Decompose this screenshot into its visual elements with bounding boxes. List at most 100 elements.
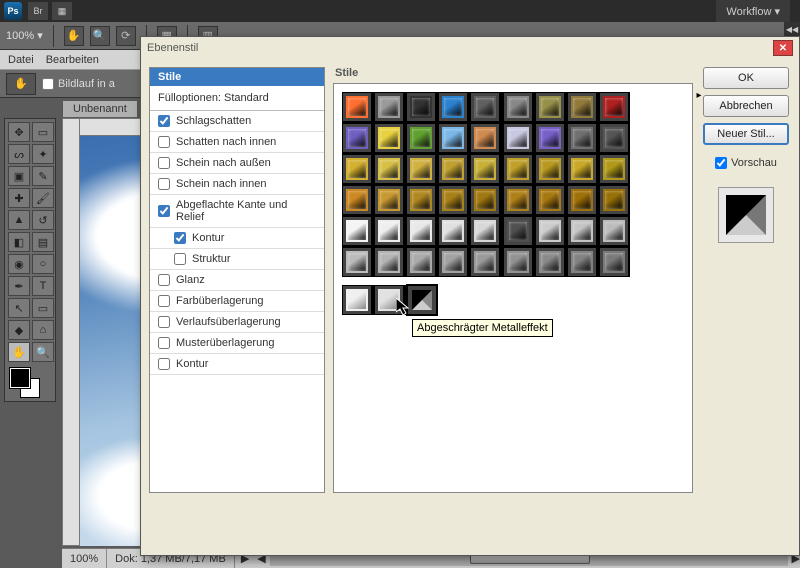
style-preset-4-8[interactable]	[599, 216, 629, 246]
workspace-selector[interactable]: Workflow ▾	[716, 0, 790, 22]
style-preset-5-1[interactable]	[374, 247, 404, 277]
style-preset-3-2[interactable]	[406, 185, 436, 215]
style-preset-1-2[interactable]	[406, 123, 436, 153]
style-preset-3-3[interactable]	[438, 185, 468, 215]
history-brush-tool[interactable]: ↺	[32, 210, 54, 230]
style-preset-0-1[interactable]	[374, 92, 404, 122]
effect-kontur[interactable]: Kontur	[150, 354, 324, 375]
style-preset-extra-0[interactable]	[342, 285, 372, 315]
style-preset-1-6[interactable]	[535, 123, 565, 153]
style-preset-3-1[interactable]	[374, 185, 404, 215]
style-preset-5-8[interactable]	[599, 247, 629, 277]
wand-tool[interactable]: ✦	[32, 144, 54, 164]
effect-schlagschatten[interactable]: Schlagschatten	[150, 111, 324, 132]
new-style-button[interactable]: Neuer Stil...	[703, 123, 789, 145]
style-preset-4-5[interactable]	[503, 216, 533, 246]
type-tool[interactable]: T	[32, 276, 54, 296]
path-tool[interactable]: ↖	[8, 298, 30, 318]
heal-tool[interactable]: ✚	[8, 188, 30, 208]
style-preset-5-4[interactable]	[470, 247, 500, 277]
effect-glanz[interactable]: Glanz	[150, 270, 324, 291]
camera-tool[interactable]: ⌂	[32, 320, 54, 340]
zoom-icon[interactable]: 🔍	[90, 26, 110, 46]
style-preset-1-5[interactable]	[503, 123, 533, 153]
effect-schatten-nach-innen[interactable]: Schatten nach innen	[150, 132, 324, 153]
effect-verlaufs-berlagerung[interactable]: Verlaufsüberlagerung	[150, 312, 324, 333]
status-zoom[interactable]: 100%	[62, 549, 107, 568]
effect-muster-berlagerung[interactable]: Musterüberlagerung	[150, 333, 324, 354]
style-preset-4-3[interactable]	[438, 216, 468, 246]
style-preset-0-6[interactable]	[535, 92, 565, 122]
style-preset-3-7[interactable]	[567, 185, 597, 215]
foreground-color-swatch[interactable]	[10, 368, 30, 388]
gradient-tool[interactable]: ▤	[32, 232, 54, 252]
style-preset-beveled-metal[interactable]	[407, 285, 437, 315]
style-preset-2-3[interactable]	[438, 154, 468, 184]
style-preset-3-8[interactable]	[599, 185, 629, 215]
style-preset-3-0[interactable]	[342, 185, 372, 215]
bridge-button[interactable]: Br	[28, 2, 48, 20]
style-preset-4-4[interactable]	[470, 216, 500, 246]
style-preset-2-0[interactable]	[342, 154, 372, 184]
style-preset-4-6[interactable]	[535, 216, 565, 246]
style-preset-0-7[interactable]	[567, 92, 597, 122]
collapse-panels-icon[interactable]: ◀◀	[784, 22, 800, 36]
style-preset-5-3[interactable]	[438, 247, 468, 277]
cancel-button[interactable]: Abbrechen	[703, 95, 789, 117]
style-preset-1-7[interactable]	[567, 123, 597, 153]
style-preset-5-2[interactable]	[406, 247, 436, 277]
zoom-percent[interactable]: 100% ▾	[6, 29, 43, 42]
style-preset-2-5[interactable]	[503, 154, 533, 184]
style-preset-4-2[interactable]	[406, 216, 436, 246]
film-button[interactable]: ▦	[52, 2, 72, 20]
effect-schein-nach-innen[interactable]: Schein nach innen	[150, 174, 324, 195]
style-preset-2-2[interactable]	[406, 154, 436, 184]
menu-file[interactable]: Datei	[8, 54, 34, 66]
effect-kontur[interactable]: Kontur	[150, 228, 324, 249]
stamp-tool[interactable]: ▲	[8, 210, 30, 230]
brush-tool[interactable]: 🖌	[32, 188, 54, 208]
fill-options[interactable]: Fülloptionen: Standard	[150, 86, 324, 111]
eraser-tool[interactable]: ◧	[8, 232, 30, 252]
style-preset-0-5[interactable]	[503, 92, 533, 122]
style-preset-0-8[interactable]	[599, 92, 629, 122]
rotate-icon[interactable]: ⟳	[116, 26, 136, 46]
style-preset-1-0[interactable]	[342, 123, 372, 153]
crop-tool[interactable]: ▣	[8, 166, 30, 186]
pen-tool[interactable]: ✒	[8, 276, 30, 296]
dodge-tool[interactable]: ○	[32, 254, 54, 274]
marquee-tool[interactable]: ▭	[32, 122, 54, 142]
style-preset-4-1[interactable]	[374, 216, 404, 246]
style-preset-2-6[interactable]	[535, 154, 565, 184]
ok-button[interactable]: OK	[703, 67, 789, 89]
effect-abgeflachte-kante-und-relief[interactable]: Abgeflachte Kante und Relief	[150, 195, 324, 228]
style-preset-2-4[interactable]	[470, 154, 500, 184]
lasso-tool[interactable]: ᔕ	[8, 144, 30, 164]
style-preset-4-0[interactable]	[342, 216, 372, 246]
3d-tool[interactable]: ◆	[8, 320, 30, 340]
document-tab[interactable]: Unbenannt	[62, 100, 138, 117]
zoom-tool[interactable]: 🔍	[32, 342, 54, 362]
style-preset-2-8[interactable]	[599, 154, 629, 184]
style-preset-1-4[interactable]	[470, 123, 500, 153]
effects-header-styles[interactable]: Stile	[150, 68, 324, 86]
style-preset-5-6[interactable]	[535, 247, 565, 277]
close-button[interactable]: ✕	[773, 40, 793, 56]
style-preset-3-5[interactable]	[503, 185, 533, 215]
blur-tool[interactable]: ◉	[8, 254, 30, 274]
menu-edit[interactable]: Bearbeiten	[46, 54, 99, 66]
style-preset-1-1[interactable]	[374, 123, 404, 153]
style-preset-1-3[interactable]	[438, 123, 468, 153]
style-preset-0-0[interactable]	[342, 92, 372, 122]
hand-tool[interactable]: ✋	[8, 342, 30, 362]
style-preset-3-6[interactable]	[535, 185, 565, 215]
style-preset-0-2[interactable]	[406, 92, 436, 122]
style-preset-4-7[interactable]	[567, 216, 597, 246]
effect-struktur[interactable]: Struktur	[150, 249, 324, 270]
preview-checkbox[interactable]: Vorschau	[715, 157, 777, 169]
style-preset-3-4[interactable]	[470, 185, 500, 215]
style-preset-extra-1[interactable]	[374, 285, 404, 315]
effect-schein-nach-au-en[interactable]: Schein nach außen	[150, 153, 324, 174]
effect-farb-berlagerung[interactable]: Farbüberlagerung	[150, 291, 324, 312]
presets-flyout-icon[interactable]: ▸	[694, 90, 704, 100]
